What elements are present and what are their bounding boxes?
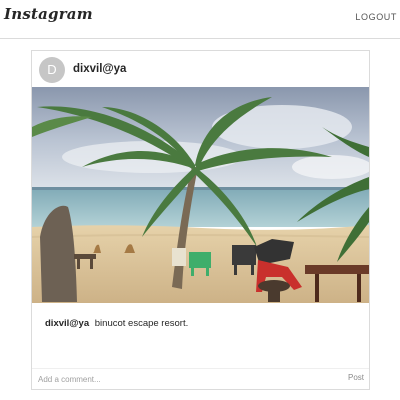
beach-photo-image	[32, 87, 369, 303]
top-navigation-bar: Instagram LOGOUT	[0, 0, 400, 39]
comment-input[interactable]	[38, 373, 328, 386]
post-photo[interactable]	[32, 87, 369, 303]
comment-bar: Post	[32, 368, 369, 389]
logout-button[interactable]: LOGOUT	[355, 12, 397, 22]
post-card: D dixvil@ya dixvil@ya binucot escape res…	[31, 50, 370, 390]
post-comment-button[interactable]: Post	[348, 373, 364, 382]
caption-text: binucot escape resort.	[94, 318, 189, 329]
post-header: D dixvil@ya	[32, 51, 369, 87]
avatar[interactable]: D	[39, 57, 65, 83]
caption-username[interactable]: dixvil@ya	[45, 318, 89, 329]
post-username[interactable]: dixvil@ya	[73, 63, 126, 75]
instagram-logo[interactable]: Instagram	[4, 5, 93, 23]
post-caption: dixvil@ya binucot escape resort.	[45, 318, 188, 329]
